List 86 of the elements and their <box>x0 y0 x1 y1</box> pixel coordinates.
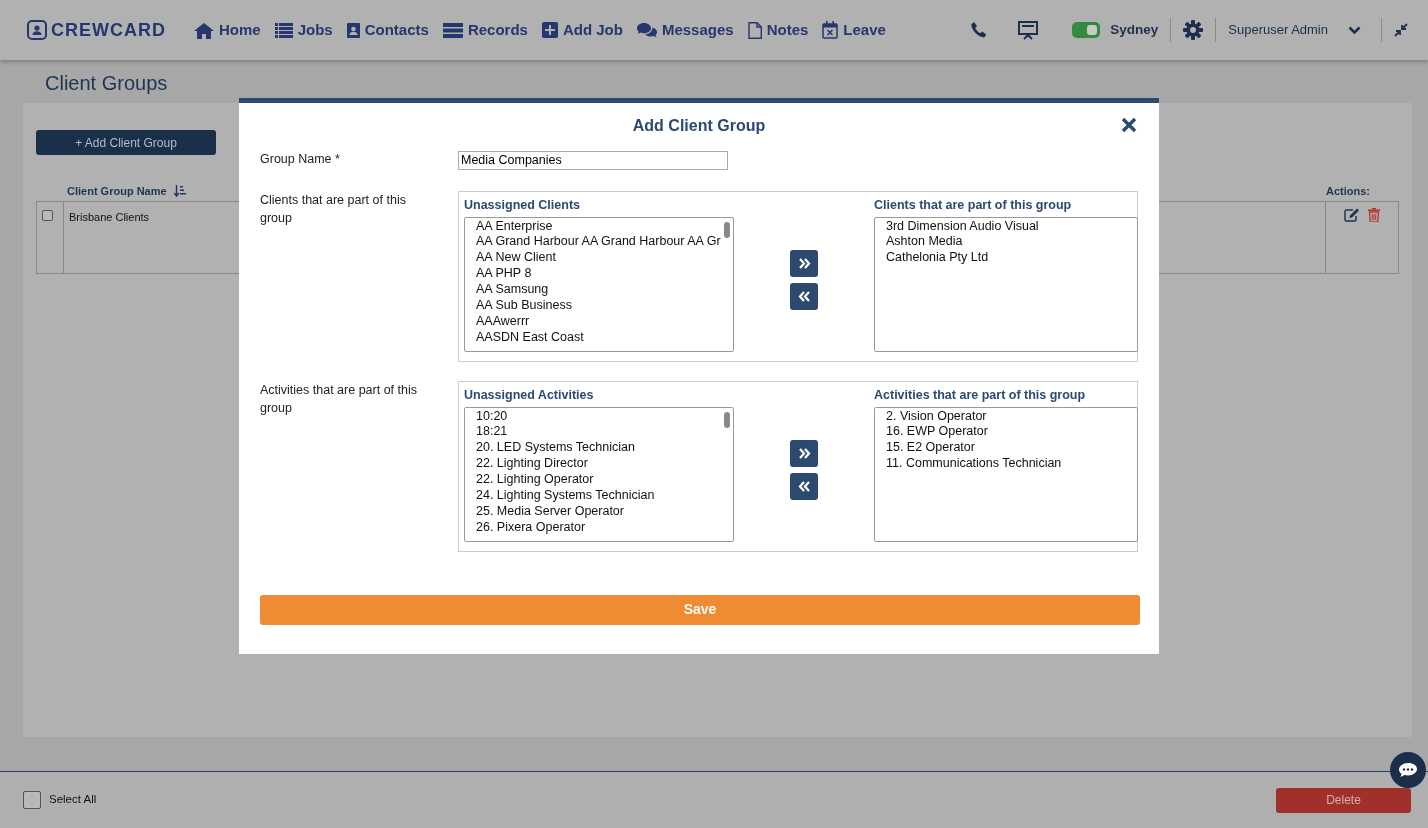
list-item[interactable]: AAAwerrr <box>476 313 722 330</box>
list-item[interactable]: 22. Lighting Operator <box>476 472 722 489</box>
nav-link[interactable]: Notes <box>747 18 809 42</box>
list-box[interactable]: 3rd Dimension Audio Visual Ashton Media Cathelonia Pty Ltd <box>874 216 1138 352</box>
list-item[interactable]: 25. Media Server Operator <box>476 503 722 520</box>
list-item[interactable]: AA PHP 8 <box>476 266 722 283</box>
list-item[interactable]: 11. Communications Technician <box>886 456 1126 473</box>
page-title: Client Groups <box>44 71 169 96</box>
column-header: Actions: <box>1326 183 1370 199</box>
nav-link[interactable]: Home <box>194 18 261 42</box>
list-box[interactable]: 2. Vision Operator 16. EWP Operator 15. E2 Operator 11. Communications Technician <box>874 406 1138 542</box>
list-item[interactable]: 3rd Dimension Audio Visual <box>886 218 1126 235</box>
list-item[interactable]: 22. Lighting Director <box>476 456 722 473</box>
list-title: Unassigned Clients <box>464 196 581 214</box>
add-icon <box>541 22 558 38</box>
contacts-icon <box>346 22 360 38</box>
list-item[interactable]: 10:20 <box>476 408 722 425</box>
close-button[interactable] <box>1121 117 1137 133</box>
home-icon <box>194 21 214 39</box>
trash-icon[interactable] <box>1368 208 1380 222</box>
records-icon <box>442 22 463 38</box>
move-right-button[interactable] <box>790 439 818 467</box>
field-label: Clients that are part of this group <box>260 191 407 227</box>
list-item[interactable]: AA New Client <box>476 250 722 267</box>
edit-icon[interactable] <box>1344 208 1360 222</box>
settings-icon[interactable] <box>1183 20 1204 40</box>
list-box[interactable]: AA Enterprise AA Grand Harbour AA Grand Harbour AA Gr AA New Client AA PHP 8 AA Samsung AA Sub Business AAAwerrr AASDN East Coast <box>464 216 734 352</box>
scrollbar-thumb[interactable] <box>724 411 730 428</box>
list-item[interactable]: Cathelonia Pty Ltd <box>886 250 1126 267</box>
add-client-group-button[interactable]: + Add Client Group <box>36 130 216 155</box>
list-title: Clients that are part of this group <box>874 196 1073 214</box>
user-menu[interactable]: Superuser Admin <box>1228 20 1328 40</box>
phone-icon[interactable] <box>970 21 989 39</box>
list-item[interactable]: AA Enterprise <box>476 218 722 235</box>
move-left-button[interactable] <box>790 472 818 500</box>
move-left-button[interactable] <box>790 282 818 310</box>
chat-icon[interactable] <box>1390 752 1426 788</box>
list-box[interactable]: 10:20 18:21 20. LED Systems Technician 22. Lighting Director 22. Lighting Operator 24. Lighting Systems Technician 25. Media Server Operator 26. Pixera Operator <box>464 406 734 542</box>
logo-text: CREWCARD <box>51 18 166 42</box>
field-label: Group Name * <box>260 151 341 168</box>
sort-icon[interactable] <box>173 185 186 197</box>
list-item[interactable]: 2. Vision Operator <box>886 408 1126 425</box>
modal-title: Add Client Group <box>632 116 766 136</box>
scrollbar-thumb[interactable] <box>724 221 730 238</box>
group-name-field[interactable]: Media Companies <box>458 150 728 170</box>
list-item[interactable]: AASDN East Coast <box>476 329 722 346</box>
double-chevron-left-icon <box>797 479 811 493</box>
delete-button[interactable]: Delete <box>1276 787 1411 813</box>
location-toggle[interactable] <box>1072 22 1101 38</box>
double-chevron-left-icon <box>797 289 811 303</box>
location-label: Sydney <box>1110 20 1159 39</box>
nav-link[interactable]: Messages <box>636 18 734 42</box>
field-label: Activities that are part of this group <box>260 381 418 417</box>
table-cell: Brisbane Clients <box>69 211 150 223</box>
list-item[interactable]: Ashton Media <box>886 234 1126 251</box>
double-chevron-right-icon <box>797 446 811 460</box>
nav-link[interactable]: Jobs <box>274 18 333 42</box>
select-all-checkbox[interactable] <box>23 791 41 809</box>
presentation-icon[interactable] <box>1018 20 1039 40</box>
list-item[interactable]: 18:21 <box>476 424 722 441</box>
list-item[interactable]: AA Grand Harbour AA Grand Harbour AA Gr <box>476 234 722 251</box>
nav-link[interactable]: Leave <box>822 18 886 42</box>
list-item[interactable]: 16. EWP Operator <box>886 424 1126 441</box>
nav-link[interactable]: Records <box>442 18 528 42</box>
list-item[interactable]: AA Sub Business <box>476 298 722 314</box>
list-item[interactable]: 24. Lighting Systems Technician <box>476 488 722 504</box>
nav-link[interactable]: Contacts <box>346 18 429 42</box>
notes-icon <box>747 21 762 39</box>
list-item[interactable]: 15. E2 Operator <box>886 440 1126 457</box>
chevron-down-icon[interactable] <box>1348 25 1361 35</box>
leave-icon <box>822 21 839 39</box>
list-title: Activities that are part of this group <box>874 386 1087 404</box>
move-right-button[interactable] <box>790 249 818 277</box>
list-title: Unassigned Activities <box>464 386 595 404</box>
list-item[interactable]: 20. LED Systems Technician <box>476 440 722 457</box>
list-item[interactable]: 26. Pixera Operator <box>476 519 722 536</box>
collapse-icon[interactable] <box>1394 23 1408 37</box>
double-chevron-right-icon <box>797 256 811 270</box>
list-icon <box>274 22 293 38</box>
row-checkbox[interactable] <box>42 210 53 221</box>
messages-icon <box>636 22 657 38</box>
list-item[interactable]: AA Samsung <box>476 282 722 299</box>
nav-link[interactable]: Add Job <box>541 18 623 42</box>
column-header[interactable]: Client Group Name <box>67 182 167 200</box>
logo-icon <box>27 20 47 40</box>
select-all-label: Select All <box>49 792 97 808</box>
